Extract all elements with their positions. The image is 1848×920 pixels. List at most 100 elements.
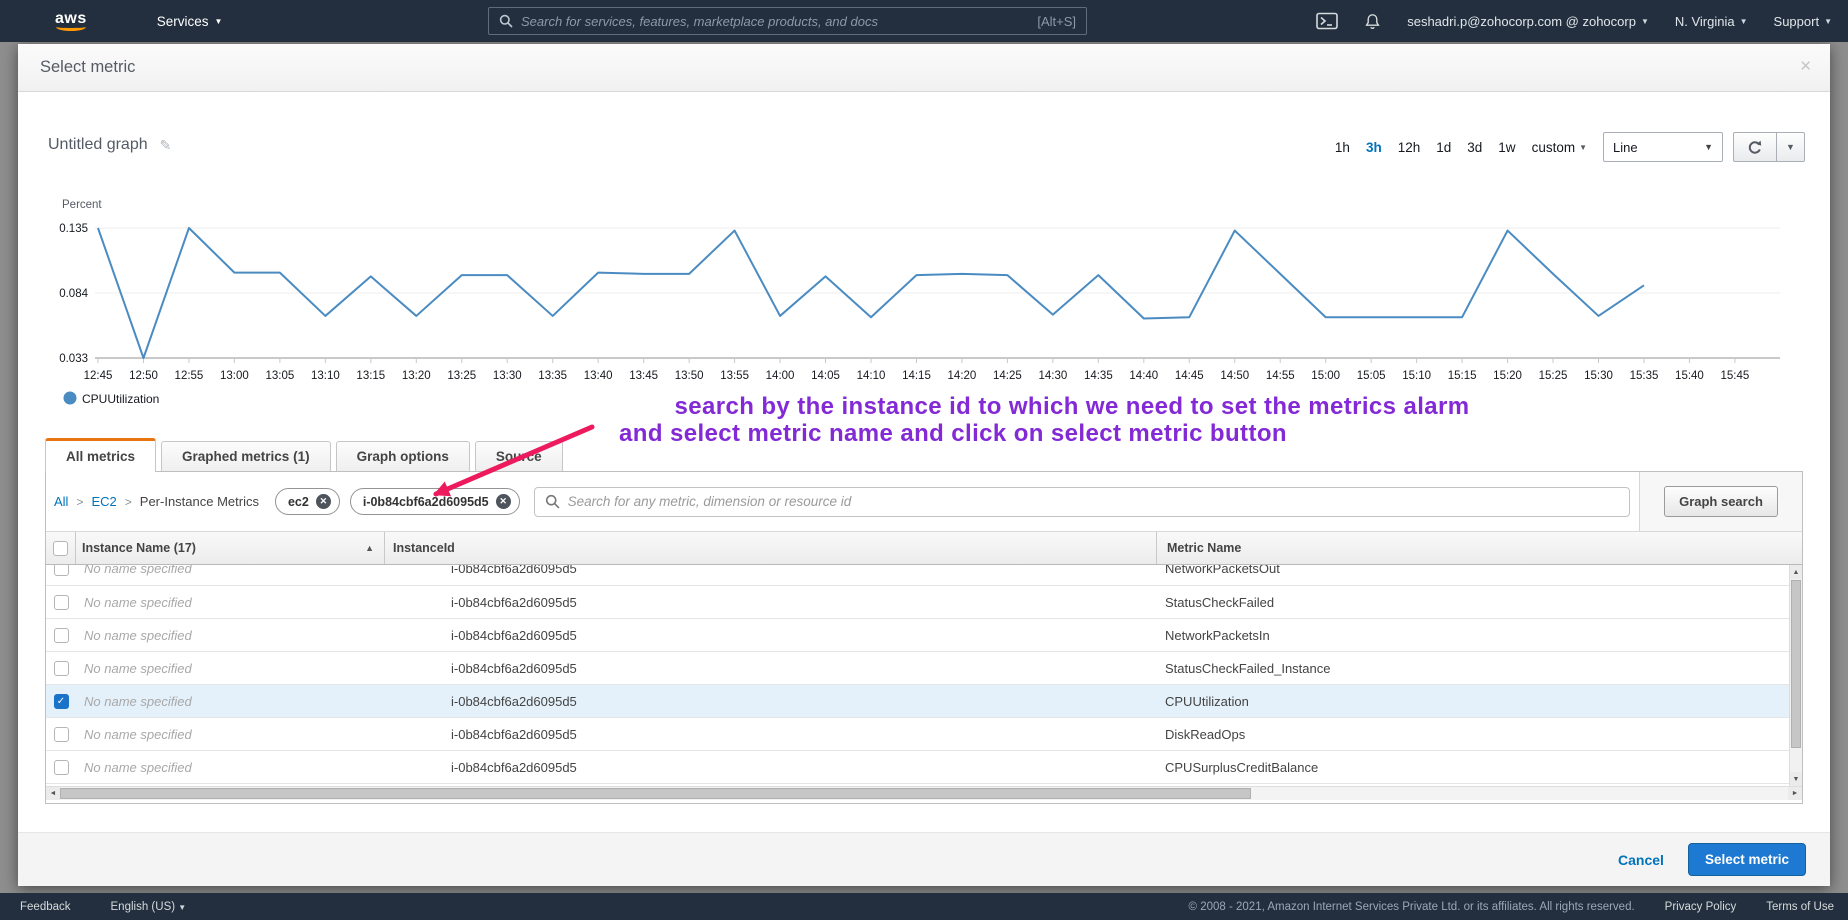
- breadcrumb: All > EC2 > Per-Instance Metrics: [54, 494, 259, 509]
- row-checkbox[interactable]: [53, 627, 69, 643]
- region-menu[interactable]: N. Virginia ▼: [1675, 14, 1748, 29]
- table-row[interactable]: No name specified i-0b84cbf6a2d6095d5 Netw…: [46, 619, 1802, 652]
- breadcrumb-all[interactable]: All: [54, 494, 68, 509]
- cell-instance-name: No name specified: [84, 693, 192, 709]
- metric-search-box[interactable]: [533, 486, 1630, 517]
- services-menu[interactable]: Services ▼: [157, 14, 223, 29]
- cell-instance-name: No name specified: [84, 726, 192, 742]
- time-range-custom[interactable]: custom ▼: [1532, 140, 1587, 155]
- support-menu[interactable]: Support ▼: [1774, 14, 1832, 29]
- keyboard-shortcut-hint: [Alt+S]: [1037, 13, 1076, 29]
- select-all-checkbox[interactable]: [53, 540, 68, 556]
- svg-text:15:00: 15:00: [1311, 370, 1340, 382]
- graph-search-button[interactable]: Graph search: [1664, 486, 1778, 517]
- cell-instance-name: No name specified: [84, 565, 192, 576]
- tab-all-metrics[interactable]: All metrics: [45, 438, 157, 472]
- row-checkbox[interactable]: [53, 759, 69, 775]
- breadcrumb-ec2[interactable]: EC2: [91, 494, 116, 509]
- column-header-instance-id[interactable]: InstanceId: [385, 532, 1157, 564]
- time-range-1w[interactable]: 1w: [1498, 140, 1515, 155]
- edit-graph-title-icon[interactable]: ✎: [160, 137, 172, 154]
- table-row[interactable]: No name specified i-0b84cbf6a2d6095d5 Disk…: [46, 718, 1802, 751]
- cell-instance-id: i-0b84cbf6a2d6095d5: [451, 627, 577, 643]
- svg-text:15:15: 15:15: [1448, 370, 1477, 382]
- close-icon[interactable]: ✕: [1799, 57, 1812, 75]
- column-label: InstanceId: [393, 541, 455, 555]
- feedback-link[interactable]: Feedback: [20, 901, 71, 913]
- horizontal-scrollbar[interactable]: ◄ ►: [46, 786, 1802, 800]
- language-selector[interactable]: English (US) ▼: [111, 901, 187, 913]
- graph-title-row: Untitled graph ✎: [48, 136, 171, 154]
- navbar-search[interactable]: [Alt+S]: [488, 7, 1087, 35]
- time-range-12h[interactable]: 12h: [1398, 140, 1421, 155]
- services-label: Services: [156, 13, 209, 29]
- svg-text:12:50: 12:50: [129, 370, 158, 382]
- privacy-policy-link[interactable]: Privacy Policy: [1665, 901, 1737, 913]
- vertical-scrollbar[interactable]: ▲ ▼: [1789, 565, 1802, 786]
- navbar-search-input[interactable]: [521, 13, 1030, 29]
- select-metric-button[interactable]: Select metric: [1687, 843, 1806, 876]
- filter-row: All > EC2 > Per-Instance Metrics ec2 ✕ i-0b84c…: [46, 472, 1802, 532]
- legend-color-swatch: [63, 391, 77, 405]
- time-range-1d[interactable]: 1d: [1436, 140, 1451, 155]
- table-row[interactable]: ✓ No name specified i-0b84cbf6a2d6095d5 CPU…: [46, 685, 1802, 718]
- aws-logo[interactable]: aws: [55, 10, 87, 31]
- scroll-left-button[interactable]: ◄: [46, 787, 60, 800]
- metrics-panel: All > EC2 > Per-Instance Metrics ec2 ✕ i-0b84c…: [45, 471, 1803, 804]
- row-checkbox[interactable]: [53, 594, 69, 610]
- svg-text:14:40: 14:40: [1129, 370, 1158, 382]
- time-range-3h[interactable]: 3h: [1366, 140, 1382, 155]
- cell-instance-id: i-0b84cbf6a2d6095d5: [451, 759, 577, 775]
- sort-ascending-icon: ▲: [365, 543, 374, 553]
- row-checkbox[interactable]: [53, 660, 69, 676]
- chevron-down-icon: ▼: [1739, 16, 1748, 26]
- table-row[interactable]: No name specified i-0b84cbf6a2d6095d5 Stat…: [46, 652, 1802, 685]
- row-checkbox[interactable]: [53, 726, 69, 742]
- tab-graphed-metrics-1[interactable]: Graphed metrics (1): [161, 441, 331, 471]
- scroll-up-button[interactable]: ▲: [1790, 565, 1802, 579]
- svg-text:14:45: 14:45: [1175, 370, 1204, 382]
- table-row[interactable]: No name specified i-0b84cbf6a2d6095d5 Netw…: [46, 565, 1802, 586]
- svg-text:13:25: 13:25: [447, 370, 476, 382]
- svg-text:14:20: 14:20: [948, 370, 977, 382]
- column-header-instance-name[interactable]: Instance Name (17) ▲: [76, 532, 385, 564]
- column-header-metric-name[interactable]: Metric Name: [1157, 532, 1789, 564]
- chart-legend[interactable]: CPUUtilization: [63, 391, 160, 407]
- svg-text:14:30: 14:30: [1038, 370, 1067, 382]
- svg-text:14:10: 14:10: [857, 370, 886, 382]
- page-footer: Feedback English (US) ▼ © 2008 - 2021, A…: [0, 893, 1848, 920]
- column-label: Instance Name (17): [82, 541, 196, 555]
- vertical-scroll-thumb[interactable]: [1791, 580, 1801, 748]
- cell-metric-name: CPUUtilization: [1165, 693, 1249, 709]
- cloudshell-icon[interactable]: [1316, 12, 1339, 30]
- filter-pill-ec2[interactable]: ec2 ✕: [274, 488, 340, 515]
- svg-text:13:35: 13:35: [538, 370, 567, 382]
- scroll-down-button[interactable]: ▼: [1790, 772, 1802, 786]
- screen: aws Services ▼ [Alt+S] seshadri.p@zohoco…: [0, 0, 1848, 920]
- svg-text:15:20: 15:20: [1493, 370, 1522, 382]
- notifications-bell-icon[interactable]: [1364, 13, 1381, 30]
- cell-instance-id: i-0b84cbf6a2d6095d5: [451, 726, 577, 742]
- horizontal-scroll-thumb[interactable]: [60, 788, 1251, 799]
- table-row[interactable]: No name specified i-0b84cbf6a2d6095d5 Stat…: [46, 586, 1802, 619]
- time-range-3d[interactable]: 3d: [1467, 140, 1482, 155]
- column-label: Metric Name: [1167, 541, 1242, 555]
- terms-of-use-link[interactable]: Terms of Use: [1766, 901, 1834, 913]
- chevron-down-icon: ▼: [1640, 16, 1649, 26]
- account-menu[interactable]: seshadri.p@zohocorp.com @ zohocorp ▼: [1407, 14, 1649, 29]
- row-checkbox[interactable]: ✓: [53, 693, 69, 709]
- metric-search-input[interactable]: [567, 494, 1619, 509]
- chevron-down-icon: ▼: [1824, 16, 1832, 26]
- region-label: N. Virginia: [1674, 13, 1735, 29]
- svg-text:13:20: 13:20: [402, 370, 431, 382]
- filter-pill-label: ec2: [287, 494, 309, 509]
- remove-filter-icon[interactable]: ✕: [315, 494, 331, 509]
- row-checkbox[interactable]: [53, 565, 69, 576]
- cell-metric-name: StatusCheckFailed_Instance: [1165, 660, 1331, 676]
- table-row[interactable]: No name specified i-0b84cbf6a2d6095d5 CPUS…: [46, 751, 1802, 784]
- scroll-right-button[interactable]: ►: [1788, 787, 1802, 800]
- cancel-button[interactable]: Cancel: [1618, 852, 1664, 868]
- modal-title: Select metric: [40, 58, 136, 76]
- time-range-1h[interactable]: 1h: [1335, 140, 1350, 155]
- table-rows: No name specified i-0b84cbf6a2d6095d5 Netw…: [46, 565, 1802, 784]
